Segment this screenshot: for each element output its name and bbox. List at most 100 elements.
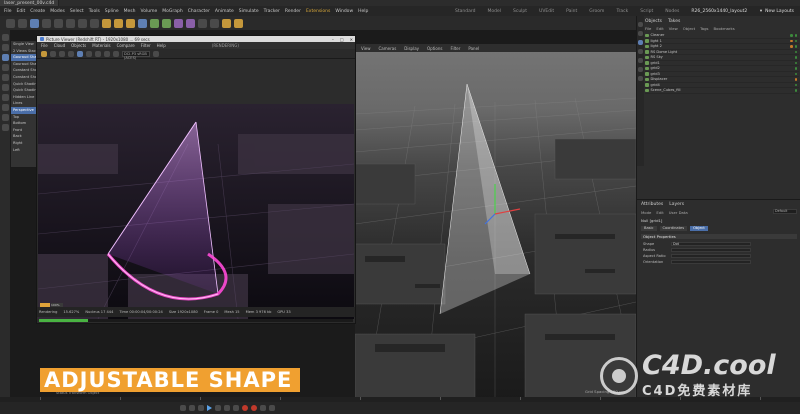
axis-y-icon[interactable] (78, 18, 87, 28)
texture-mode-icon[interactable] (1, 44, 9, 51)
menu-volume[interactable]: Volume (141, 9, 158, 14)
lock-icon[interactable] (104, 50, 110, 57)
menu-item[interactable]: Gouraud Shading (Lines) (11, 61, 39, 68)
pv-menu-filter[interactable]: Filter (141, 43, 151, 48)
maximize-icon[interactable]: □ (340, 37, 344, 42)
radius-field[interactable] (671, 247, 751, 253)
om-menu-edit[interactable]: Edit (656, 26, 663, 31)
layout-script[interactable]: Script (640, 9, 653, 14)
close-icon[interactable]: ✕ (350, 37, 353, 42)
om-menu-tags[interactable]: Tags (700, 26, 708, 31)
axis-x-icon[interactable] (66, 18, 75, 28)
pv-menu-file[interactable]: File (41, 43, 48, 48)
axis-z-icon[interactable] (90, 18, 99, 28)
om-menu-bookmarks[interactable]: Bookmarks (714, 26, 735, 31)
menu-window[interactable]: Window (335, 9, 353, 14)
next-frame-icon[interactable] (215, 405, 221, 411)
render-settings-icon[interactable] (126, 18, 135, 28)
object-properties-header[interactable]: Object Properties (641, 234, 797, 239)
tab-takes[interactable]: Takes (668, 19, 680, 24)
menu-item[interactable]: Hidden Line (11, 94, 39, 101)
menu-edit[interactable]: Edit (17, 9, 26, 14)
ab-compare-icon[interactable] (77, 50, 83, 57)
autokey-icon[interactable] (251, 405, 257, 411)
tab-attributes[interactable]: Attributes (641, 202, 663, 207)
snapshot-icon[interactable] (68, 50, 74, 57)
menu-select[interactable]: Select (70, 9, 84, 14)
om-menu-file[interactable]: File (645, 26, 651, 31)
menu-render[interactable]: Render (285, 9, 301, 14)
menu-item[interactable]: Right (11, 140, 39, 147)
spline-pen-icon[interactable] (150, 18, 159, 28)
subdivision-icon[interactable] (162, 18, 171, 28)
hierarchy-icon[interactable] (638, 40, 643, 45)
subtab-coordinates[interactable]: Coordinates (659, 226, 688, 231)
undo-icon[interactable] (6, 18, 15, 28)
menu-animate[interactable]: Animate (215, 9, 234, 14)
pv-menu-objects[interactable]: Objects (71, 43, 86, 48)
menu-item[interactable]: Front (11, 127, 39, 134)
render-view-icon[interactable] (102, 18, 111, 28)
scene-icon[interactable] (210, 18, 219, 28)
move-tool-icon[interactable] (30, 18, 39, 28)
eye-icon[interactable] (638, 76, 643, 81)
menu-item[interactable]: Lines (11, 100, 39, 107)
3d-viewport[interactable] (355, 44, 636, 402)
deformer-icon[interactable] (186, 18, 195, 28)
scale-tool-icon[interactable] (42, 18, 51, 28)
refresh-icon[interactable] (113, 50, 119, 57)
polygons-mode-icon[interactable] (1, 74, 9, 81)
pv-menu-compare[interactable]: Compare (117, 43, 135, 48)
region-icon[interactable] (95, 50, 101, 57)
play-icon[interactable] (207, 405, 212, 411)
menu-item[interactable]: Back (11, 133, 39, 140)
menu-item[interactable]: 2 Views Stacked (11, 48, 39, 55)
model-mode-icon[interactable] (1, 34, 9, 41)
points-mode-icon[interactable] (1, 54, 9, 61)
eyedropper-icon[interactable] (153, 50, 159, 57)
channel-icon[interactable] (86, 50, 92, 57)
camera-icon[interactable] (222, 18, 231, 28)
field-icon[interactable] (198, 18, 207, 28)
vp-menu-cameras[interactable]: Cameras (379, 46, 397, 51)
render-picture-viewer-icon[interactable] (114, 18, 123, 28)
om-menu-view[interactable]: View (669, 26, 678, 31)
menu-item[interactable]: Gouraud Shading (11, 54, 39, 61)
filter-icon[interactable] (638, 31, 643, 36)
subtab-basic[interactable]: Basic (641, 226, 657, 231)
keyframe-icon[interactable] (269, 405, 275, 411)
minimize-icon[interactable]: – (332, 37, 334, 42)
menu-spline[interactable]: Spline (105, 9, 119, 14)
menu-item[interactable]: Quick Shading (Lines) (11, 87, 39, 94)
pv-menu-cloud[interactable]: Cloud (54, 43, 65, 48)
layout-paint[interactable]: Paint (566, 9, 577, 14)
menu-modes[interactable]: Modes (50, 9, 65, 14)
menu-extensions[interactable]: Extensions (306, 9, 330, 14)
am-menu-mode[interactable]: Mode (641, 210, 651, 215)
menu-character[interactable]: Character (188, 9, 210, 14)
pv-menu-help[interactable]: Help (157, 43, 166, 48)
cloner-icon[interactable] (174, 18, 183, 28)
pv-menu-materials[interactable]: Materials (92, 43, 110, 48)
layout-standard[interactable]: Standard (455, 9, 475, 14)
layout-nodes[interactable]: Nodes (665, 9, 679, 14)
tab-objects[interactable]: Objects (645, 19, 662, 24)
workplane-icon[interactable] (1, 104, 9, 111)
menu-item[interactable]: Left (11, 147, 39, 154)
shape-select[interactable]: Dot (671, 241, 751, 247)
menu-mesh[interactable]: Mesh (124, 9, 136, 14)
menu-item[interactable]: Top (11, 114, 39, 121)
record-icon[interactable] (242, 405, 248, 411)
menu-item[interactable]: Single View (11, 41, 39, 48)
save-icon[interactable] (59, 50, 65, 57)
vp-menu-display[interactable]: Display (404, 46, 419, 51)
key-selection-icon[interactable] (260, 405, 266, 411)
menu-item[interactable]: Constant Shading (11, 67, 39, 74)
menu-mograph[interactable]: MoGraph (162, 9, 182, 14)
bookmark-icon[interactable] (638, 67, 643, 72)
vp-menu-filter[interactable]: Filter (450, 46, 460, 51)
go-to-start-icon[interactable] (180, 405, 186, 411)
tag-icon[interactable] (638, 58, 643, 63)
previous-key-icon[interactable] (189, 405, 195, 411)
am-menu-user-data[interactable]: User Data (669, 210, 688, 215)
